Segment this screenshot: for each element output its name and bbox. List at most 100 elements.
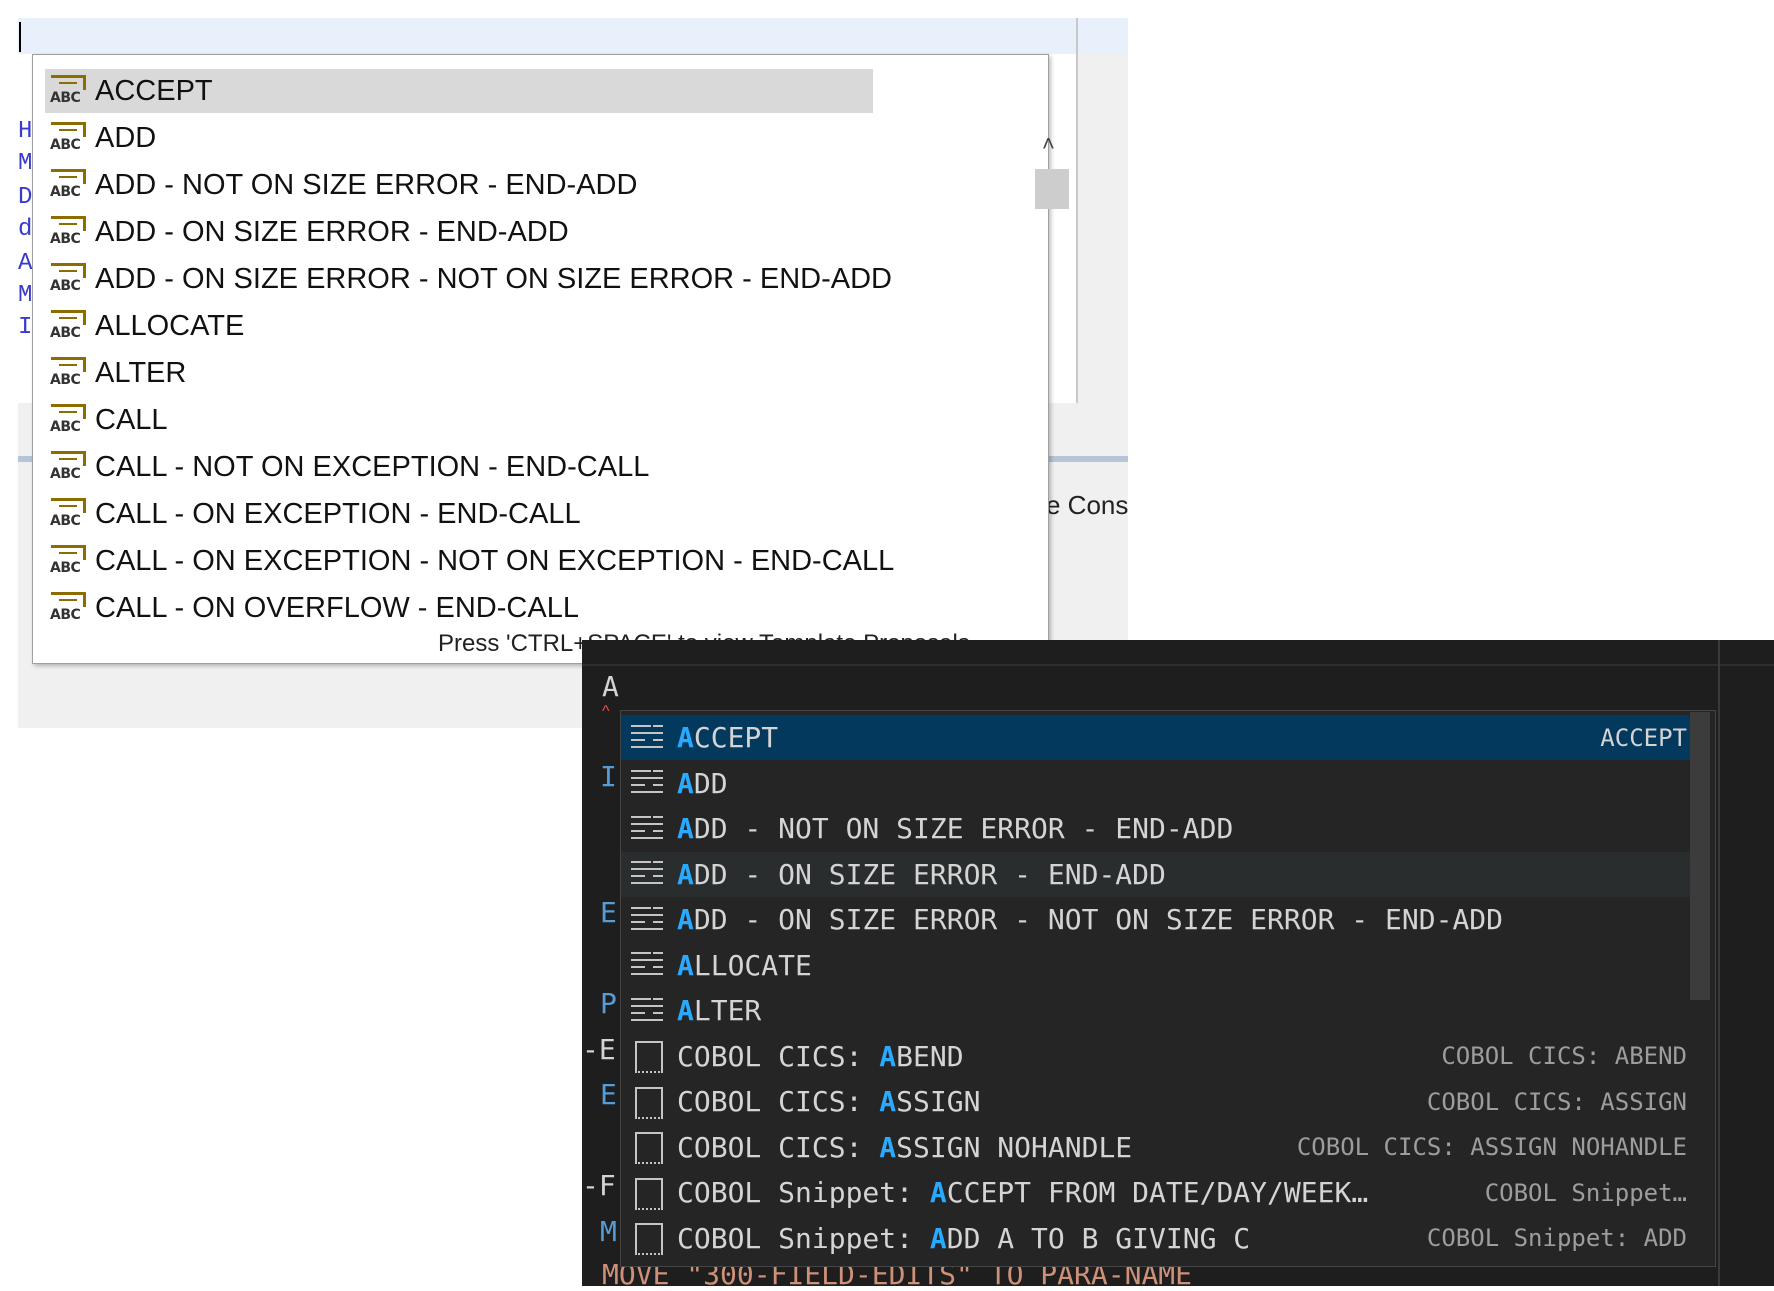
template-abc-icon: ABC [49,355,87,391]
gutter-letter: M [18,150,33,177]
proposal-item[interactable]: ABC ALTER [45,351,865,395]
match-highlight: A [879,1085,897,1118]
suggestion-item[interactable]: A DD - NOT ON SIZE ERROR - END-ADD [621,806,1691,851]
icon-caption: ABC [50,90,81,106]
proposal-item[interactable]: ABC ALLOCATE [45,304,865,348]
proposal-item[interactable]: ABC CALL - ON EXCEPTION - END-CALL [45,492,865,536]
snippet-icon [631,1041,669,1073]
text-icon [631,723,669,753]
gutter-letter: H [18,118,33,145]
suggestion-prefix: COBOL Snippet: [677,1176,930,1209]
match-highlight: A [677,721,694,754]
current-line-highlight [18,18,1128,54]
gutter-letter: M [600,1214,617,1248]
suggestion-item[interactable]: COBOL CICS: A BEND COBOL CICS: ABEND [621,1034,1691,1079]
scrollbar-thumb[interactable] [1035,169,1069,209]
proposal-label: ADD - NOT ON SIZE ERROR - END-ADD [95,168,638,201]
proposal-label: ADD - ON SIZE ERROR - END-ADD [95,215,569,248]
suggestion-item[interactable]: COBOL CICS: A SSIGN COBOL CICS: ASSIGN [621,1079,1691,1124]
suggestion-item[interactable]: A CCEPT ACCEPT [621,715,1691,760]
match-highlight: A [677,857,694,891]
suggestion-prefix: COBOL CICS: [677,1039,880,1073]
text-icon [631,950,669,980]
editor-margin-line [1076,18,1078,403]
suggestion-label: SSIGN NOHANDLE [896,1130,1133,1164]
match-highlight: A [677,903,694,936]
template-abc-icon: ABC [49,261,87,297]
suggestion-item[interactable]: COBOL Snippet: A DD A TO B GIVING C COBOL … [621,1216,1691,1261]
suggestion-item[interactable]: A LLOCATE [621,943,1691,988]
template-abc-icon: ABC [49,590,87,626]
suggestion-detail: ACCEPT [1600,723,1687,752]
text-icon [631,814,669,844]
proposal-item[interactable]: ABC ADD - ON SIZE ERROR - NOT ON SIZE ERR… [45,257,892,301]
match-highlight: A [879,1130,897,1164]
gutter-letter: M [18,282,33,309]
proposal-item[interactable]: ABC CALL - ON OVERFLOW - END-CALL [45,586,865,630]
icon-caption: ABC [50,560,81,576]
suggestion-prefix: COBOL Snippet: [677,1221,930,1255]
proposal-label: CALL - ON OVERFLOW - END-CALL [95,591,579,624]
suggestion-item[interactable]: A DD - ON SIZE ERROR - END-ADD [621,851,1691,897]
proposal-item[interactable]: ABC ACCEPT [45,69,873,113]
proposal-label: ALTER [95,356,187,389]
icon-caption: ABC [50,419,81,435]
gutter-letter: E [600,896,617,929]
snippet-icon [631,1223,669,1255]
match-highlight: A [677,948,694,982]
proposal-label: ALLOCATE [95,309,245,342]
suggestion-label: CCEPT [693,721,779,754]
template-abc-icon: ABC [49,308,87,344]
suggestion-detail: COBOL Snippet: ADD [1426,1224,1687,1252]
proposal-item[interactable]: ABC CALL - ON EXCEPTION - NOT ON EXCEPTIO… [45,539,894,583]
gutter-letter: P [600,987,617,1020]
gutter-letter: I [18,314,33,341]
icon-caption: ABC [50,231,81,247]
scrollbar-thumb[interactable] [1690,712,1710,1000]
suggestion-label: LTER [693,994,762,1027]
suggestion-item[interactable]: COBOL CICS: A SSIGN NOHANDLE COBOL CICS: A… [621,1125,1691,1170]
gutter-letter: D [18,184,33,211]
icon-caption: ABC [50,325,81,341]
proposal-item[interactable]: ABC ADD [45,116,865,160]
suggestion-label: DD - NOT ON SIZE ERROR - END-ADD [693,812,1234,845]
proposal-item[interactable]: ABC ADD - ON SIZE ERROR - END-ADD [45,210,865,254]
editor-line-border [582,664,1774,666]
match-highlight: A [677,766,694,800]
gutter-letter: d [18,216,33,243]
template-abc-icon: ABC [49,73,87,109]
chevron-up-icon[interactable]: ˄ [1042,131,1055,157]
suggestion-item[interactable]: A LTER [621,988,1691,1033]
gutter-letter: E [600,1078,617,1111]
suggestion-item[interactable]: A DD - ON SIZE ERROR - NOT ON SIZE ERROR … [621,897,1691,942]
editor-ruler [1718,640,1720,1286]
suggestion-item[interactable]: A DD [621,761,1691,806]
snippet-icon [631,1132,669,1164]
proposal-label: ADD - ON SIZE ERROR - NOT ON SIZE ERROR … [95,262,893,295]
match-highlight: A [677,994,694,1027]
suggest-widget[interactable]: A CCEPT ACCEPT A DD A DD - NOT ON SIZE ERROR -… [620,710,1716,1267]
icon-caption: ABC [50,184,81,200]
suggestion-item[interactable]: COBOL Snippet: A CCEPT FROM DATE/DAY/WEEK… [621,1170,1691,1215]
template-abc-icon: ABC [49,214,87,250]
suggestion-label: SSIGN [896,1085,981,1118]
proposal-item[interactable]: ABC ADD - NOT ON SIZE ERROR - END-ADD [45,163,865,207]
icon-caption: ABC [50,607,81,623]
match-highlight: A [929,1221,947,1255]
proposal-item[interactable]: ABC CALL - NOT ON EXCEPTION - END-CALL [45,445,865,489]
text-caret [19,22,21,52]
suggestion-label: DD A TO B GIVING C [946,1221,1251,1255]
template-abc-icon: ABC [49,496,87,532]
icon-caption: ABC [50,137,81,153]
match-highlight: A [677,812,694,845]
typed-text: A [602,670,619,703]
content-assist-popup[interactable]: ABC ACCEPT ABC ADD ABC ADD - NOT ON SIZE ERRO… [32,54,1069,664]
template-abc-icon: ABC [49,543,87,579]
gutter-letter: -E [582,1032,616,1066]
gutter-letter: A [18,250,33,277]
icon-caption: ABC [50,278,81,294]
template-abc-icon: ABC [49,120,87,156]
template-abc-icon: ABC [49,449,87,485]
proposal-item[interactable]: ABC CALL [45,398,865,442]
icon-caption: ABC [50,372,81,388]
